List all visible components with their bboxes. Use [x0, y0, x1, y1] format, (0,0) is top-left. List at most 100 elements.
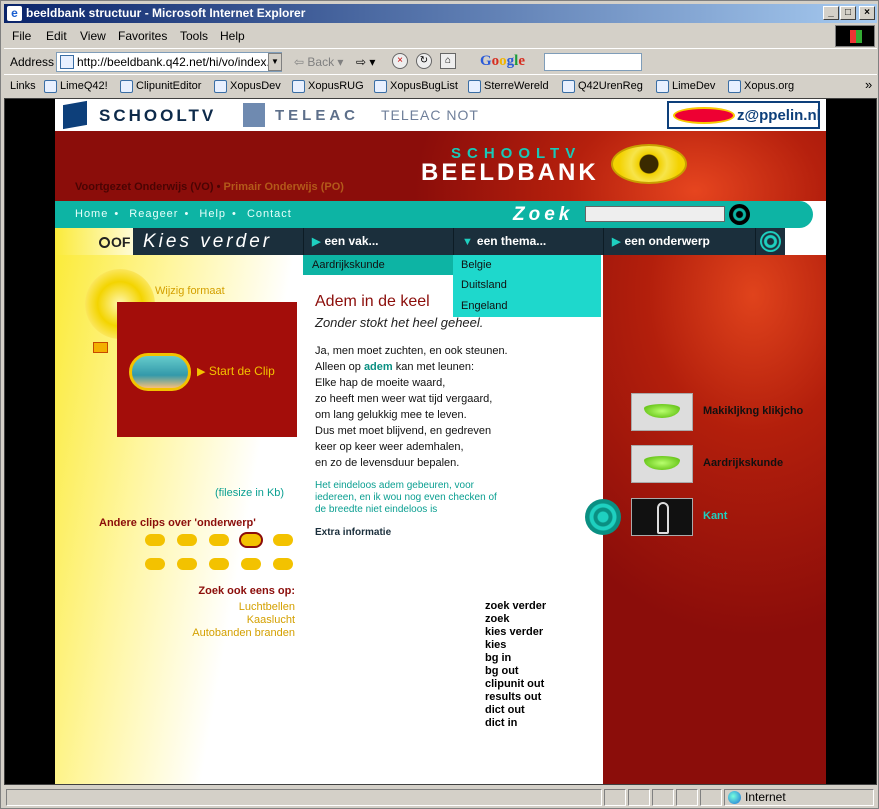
search-input[interactable] [585, 206, 725, 222]
vak-dropdown[interactable]: ▶ een vak... [303, 228, 453, 255]
brand-beeldbank: BEELDBANK [421, 159, 599, 186]
related-thumb[interactable] [631, 393, 693, 431]
related-item-selected[interactable]: Kant [703, 510, 727, 522]
clip-dot[interactable] [209, 558, 229, 570]
page-icon [60, 55, 74, 69]
clip-description: Ja, men moet zuchten, en ook steunen. Al… [315, 345, 508, 469]
clip-title: Adem in de keel [315, 293, 430, 310]
links-overflow-chevron-icon[interactable]: » [865, 77, 872, 92]
status-bar: Internet [4, 787, 877, 807]
link-q42urenreg[interactable]: Q42UrenReg [562, 80, 643, 93]
address-bar: Address http://beeldbank.q42.net/hi/vo/i… [4, 48, 877, 73]
link-limedev[interactable]: LimeDev [656, 80, 715, 93]
forward-button[interactable]: ⇨ ▾ [356, 55, 375, 69]
back-button[interactable]: ⇦ Back ▾ [294, 55, 343, 69]
close-button[interactable]: × [859, 6, 875, 20]
google-search-input[interactable] [544, 53, 642, 71]
clip-dot[interactable] [145, 534, 165, 546]
address-input[interactable]: http://beeldbank.q42.net/hi/vo/index.j [56, 52, 282, 72]
thema-dropdown[interactable]: ▼ een thema... [453, 228, 603, 255]
of-label: OF [99, 234, 130, 250]
maximize-button[interactable]: □ [840, 6, 856, 20]
nav-help[interactable]: Help [199, 208, 226, 220]
home-icon[interactable]: ⌂ [440, 53, 456, 69]
globe-icon [728, 791, 741, 804]
clip-dot[interactable] [177, 558, 197, 570]
menu-help[interactable]: Help [220, 29, 245, 43]
menu-tools[interactable]: Tools [180, 29, 208, 43]
page-icon [656, 80, 669, 93]
main-content: Adem in de keel Zonder stokt het heel ge… [303, 255, 603, 784]
right-column: Makikljkng klikjcho Aardrijkskunde Kant [585, 255, 826, 784]
suggestion-link[interactable]: Kaaslucht [247, 614, 295, 626]
link-xopusbuglist[interactable]: XopusBugList [374, 80, 458, 93]
related-item[interactable]: Aardrijkskunde [703, 457, 783, 469]
triangle-right-icon: ▶ [612, 236, 621, 248]
web-page: SCHOOLTV TELEAC TELEAC NOT z@ppelin.nl S… [55, 99, 826, 784]
related-item[interactable]: Makikljkng klikjcho [703, 405, 803, 417]
stop-icon[interactable]: × [392, 53, 408, 69]
clip-dot[interactable] [177, 534, 197, 546]
menu-bar: File Edit View Favorites Tools Help [4, 25, 877, 46]
page-icon [292, 80, 305, 93]
link-xopusrug[interactable]: XopusRUG [292, 80, 364, 93]
menu-view[interactable]: View [80, 29, 106, 43]
link-xopusdev[interactable]: XopusDev [214, 80, 281, 93]
links-bar: Links LimeQ42! ClipunitEditor XopusDev X… [4, 74, 877, 96]
clip-dot[interactable] [145, 558, 165, 570]
selected-target-icon [585, 499, 621, 535]
clip-thumbnail[interactable] [129, 353, 191, 391]
vak-selected-item[interactable]: Aardrijkskunde [303, 255, 453, 275]
suggestion-link[interactable]: Autobanden branden [192, 627, 295, 639]
main-nav: Home • Reageer • Help • Contact Zoek [55, 201, 813, 228]
link-vo[interactable]: Voortgezet Onderwijs (VO) [75, 181, 214, 193]
partner-logos: SCHOOLTV TELEAC TELEAC NOT z@ppelin.nl [55, 99, 826, 131]
teleacnot-logo[interactable]: TELEAC NOT [381, 107, 479, 123]
keyword-link[interactable]: adem [364, 361, 393, 373]
kies-verder-label: Kies verder [133, 228, 303, 255]
page-viewport: SCHOOLTV TELEAC TELEAC NOT z@ppelin.nl S… [4, 98, 877, 785]
minimize-button[interactable]: _ [823, 6, 839, 20]
link-po[interactable]: Primair Onderwijs (PO) [224, 181, 344, 193]
related-thumb[interactable] [631, 445, 693, 483]
nav-home[interactable]: Home [75, 208, 108, 220]
thema-option[interactable]: Duitsland [461, 279, 507, 291]
clip-dot[interactable] [241, 558, 261, 570]
nav-reageer[interactable]: Reageer [129, 208, 178, 220]
lens-icon [644, 456, 680, 470]
clip-dot[interactable] [273, 558, 293, 570]
envelope-icon[interactable] [93, 342, 108, 353]
menu-favorites[interactable]: Favorites [118, 29, 167, 43]
thema-option[interactable]: Belgie [461, 259, 492, 271]
thema-option[interactable]: Engeland [461, 300, 508, 312]
onderwerp-dropdown[interactable]: ▶ een onderwerp [603, 228, 755, 255]
kies-go-button[interactable] [755, 228, 785, 255]
refresh-icon[interactable]: ↻ [416, 53, 432, 69]
extra-informatie-link[interactable]: Extra informatie [315, 527, 391, 538]
link-limeq42[interactable]: LimeQ42! [44, 80, 108, 93]
nav-contact[interactable]: Contact [247, 208, 292, 220]
link-xopus-org[interactable]: Xopus.org [728, 80, 794, 93]
clip-dot[interactable] [209, 534, 229, 546]
menu-file[interactable]: File [12, 29, 31, 43]
page-icon [374, 80, 387, 93]
link-clipuniteditor[interactable]: ClipunitEditor [120, 80, 201, 93]
zeppelin-blimp-icon [673, 107, 735, 124]
clip-subtitle: Zonder stokt het heel geheel. [315, 315, 484, 330]
address-dropdown-button[interactable]: ▼ [268, 53, 282, 71]
page-icon [44, 80, 57, 93]
suggestion-link[interactable]: Luchtbellen [239, 601, 295, 613]
wijzig-formaat-link[interactable]: Wijzig formaat [155, 285, 225, 297]
link-sterrewereld[interactable]: SterreWereld [468, 80, 549, 93]
zeppelin-logo[interactable]: z@ppelin.nl [667, 101, 821, 129]
play-icon: ▶ [197, 366, 206, 378]
related-thumb[interactable] [631, 498, 693, 536]
browse-row: OF Kies verder ▶ een vak... ▼ een thema...… [55, 228, 826, 255]
clip-dot-selected[interactable] [239, 532, 263, 548]
search-go-button[interactable] [729, 204, 750, 225]
start-clip-button[interactable]: ▶ Start de Clip [197, 364, 275, 378]
clip-dot[interactable] [273, 534, 293, 546]
menu-edit[interactable]: Edit [46, 29, 67, 43]
ie-logo-icon: e [7, 6, 22, 21]
window-title: beeldbank structuur - Microsoft Internet… [26, 6, 306, 20]
